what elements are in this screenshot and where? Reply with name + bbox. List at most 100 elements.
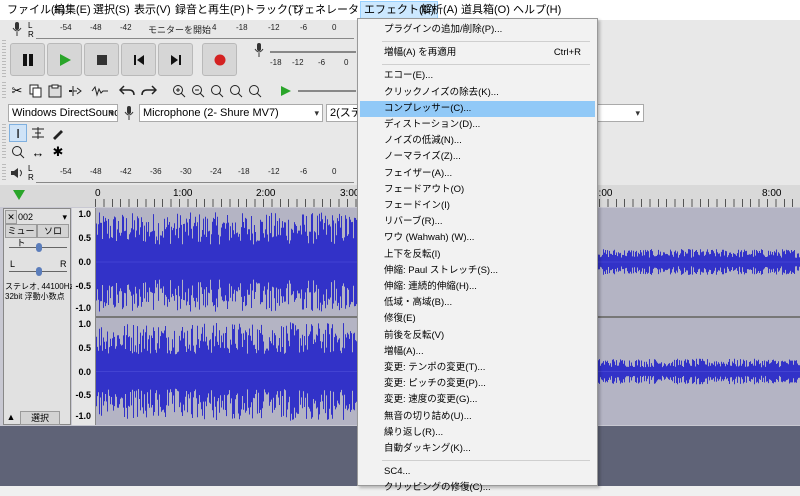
effect-menu-item[interactable]: ノーマライズ(Z)... bbox=[360, 149, 595, 165]
effect-menu-item[interactable]: フェイザー(A)... bbox=[360, 166, 595, 182]
play-tick: -24 bbox=[210, 167, 222, 176]
play-head-icon[interactable] bbox=[12, 189, 26, 201]
skip-end-button[interactable] bbox=[158, 43, 193, 76]
menu-3[interactable]: 表示(V) bbox=[131, 2, 174, 18]
speaker-icon[interactable] bbox=[9, 164, 25, 182]
effect-menu-item-label: 増幅(A) を再適用 bbox=[384, 47, 457, 59]
effect-menu-item[interactable]: プラグインの追加/削除(P)... bbox=[360, 22, 595, 38]
effect-menu-item[interactable]: 増幅(A)... bbox=[360, 344, 595, 360]
device-select[interactable]: Microphone (2- Shure MV7) ▾ bbox=[139, 104, 323, 122]
menu-4[interactable]: 録音と再生(P) bbox=[172, 2, 248, 18]
mute-button[interactable]: ミュート bbox=[5, 224, 37, 248]
menu-1[interactable]: 編集(E) bbox=[51, 2, 94, 18]
copy-icon[interactable] bbox=[28, 82, 44, 100]
effect-menu-item-label: 変更: 速度の変更(G)... bbox=[384, 394, 478, 406]
record-level-slider[interactable] bbox=[270, 47, 356, 57]
track-control-panel[interactable]: ✕ 002 ▾ ミュート ソロ L R ステレオ, 44100Hz 32bit … bbox=[3, 208, 73, 425]
menu-10[interactable]: ヘルプ(H) bbox=[510, 2, 564, 18]
effect-menu-item[interactable]: 自動ダッキング(K)... bbox=[360, 441, 595, 457]
effect-menu-item[interactable]: 増幅(A) を再適用 Ctrl+R bbox=[360, 45, 595, 61]
track-name-menu[interactable]: 002 ▾ bbox=[18, 210, 69, 224]
paste-icon[interactable] bbox=[47, 82, 63, 100]
zoom-in-icon[interactable] bbox=[170, 82, 187, 100]
effect-menu-item[interactable]: 変更: テンポの変更(T)... bbox=[360, 360, 595, 376]
undo-icon[interactable] bbox=[118, 82, 136, 100]
multi-tool-icon[interactable]: ✱ bbox=[49, 143, 67, 161]
envelope-tool-icon[interactable] bbox=[29, 124, 47, 142]
toolbar-grip[interactable] bbox=[2, 82, 6, 100]
play-meter-lr: L R bbox=[28, 164, 34, 182]
microphone-icon[interactable] bbox=[10, 21, 24, 37]
effect-menu-item[interactable]: フェードイン(I) bbox=[360, 198, 595, 214]
gain-slider[interactable] bbox=[9, 243, 67, 253]
play-speed-slider[interactable] bbox=[298, 86, 356, 96]
menu-9[interactable]: 道具箱(O) bbox=[458, 2, 513, 18]
pan-slider[interactable] bbox=[9, 267, 67, 277]
effect-menu-item[interactable]: 繰り返し(R)... bbox=[360, 425, 595, 441]
play-tick: -42 bbox=[120, 167, 132, 176]
record-button[interactable] bbox=[202, 43, 237, 76]
effect-menu-item[interactable]: クリックノイズの除去(K)... bbox=[360, 85, 595, 101]
record-level-scale: -18 -12 -6 0 bbox=[270, 58, 358, 68]
effect-menu-item[interactable]: 低域・高域(B)... bbox=[360, 295, 595, 311]
skip-start-button[interactable] bbox=[121, 43, 156, 76]
pan-slider-thumb[interactable] bbox=[36, 267, 42, 276]
effect-menu-item[interactable]: ワウ (Wahwah) (W)... bbox=[360, 230, 595, 246]
record-meter[interactable]: -54 -48 -42 モニターを開始 4 -18 -12 -6 0 bbox=[36, 22, 354, 39]
effect-menu-item[interactable]: ディストーション(D)... bbox=[360, 117, 595, 133]
effect-menu-item[interactable]: エコー(E)... bbox=[360, 68, 595, 84]
menu-2[interactable]: 選択(S) bbox=[90, 2, 133, 18]
effect-menu-item[interactable]: 修復(E) bbox=[360, 311, 595, 327]
selection-tool-icon[interactable]: I bbox=[9, 124, 27, 142]
cut-icon[interactable]: ✂ bbox=[9, 82, 25, 100]
effect-menu-item[interactable]: コンプレッサー(C)... bbox=[360, 100, 595, 117]
effect-menu-item[interactable]: フェードアウト(O) bbox=[360, 182, 595, 198]
microphone-icon[interactable] bbox=[252, 42, 266, 58]
stop-button[interactable] bbox=[84, 43, 119, 76]
toolbar-grip[interactable] bbox=[2, 40, 6, 78]
solo-button[interactable]: ソロ bbox=[37, 224, 69, 238]
close-track-button[interactable]: ✕ bbox=[5, 210, 17, 224]
device-select-value: Microphone (2- Shure MV7) bbox=[143, 107, 279, 119]
play-at-speed-icon[interactable] bbox=[278, 82, 294, 100]
toolbar-grip[interactable] bbox=[2, 124, 6, 160]
effect-menu-item[interactable]: 変更: 速度の変更(G)... bbox=[360, 392, 595, 408]
effect-menu-item[interactable]: 上下を反転(I) bbox=[360, 247, 595, 263]
skip-end-icon bbox=[170, 54, 181, 65]
zoom-out-icon[interactable] bbox=[189, 82, 206, 100]
pause-button[interactable] bbox=[10, 43, 45, 76]
effect-menu-item[interactable]: 伸縮: 連続的伸縮(H)... bbox=[360, 279, 595, 295]
effect-menu-item[interactable]: クリッピングの修復(C)... bbox=[360, 480, 595, 496]
effect-menu-item[interactable]: 伸縮: Paul ストレッチ(S)... bbox=[360, 263, 595, 279]
zoom-tool-icon[interactable] bbox=[9, 143, 27, 161]
silence-icon[interactable] bbox=[90, 82, 110, 100]
gain-slider-thumb[interactable] bbox=[36, 243, 42, 252]
draw-tool-icon[interactable] bbox=[49, 124, 67, 142]
fit-project-icon[interactable] bbox=[227, 82, 244, 100]
menu-8[interactable]: 解析(A) bbox=[418, 2, 461, 18]
toolbar-grip[interactable] bbox=[2, 164, 6, 182]
effect-menu-item-label: ノイズの低減(N)... bbox=[384, 135, 462, 147]
effect-menu-item[interactable]: 変更: ピッチの変更(P)... bbox=[360, 376, 595, 392]
effect-menu-item-label: 修復(E) bbox=[384, 313, 416, 325]
effect-menu-item[interactable]: 前後を反転(V) bbox=[360, 328, 595, 344]
collapse-track-icon[interactable]: ▲ bbox=[5, 412, 17, 424]
track-info-depth: 32bit 浮動小数点 bbox=[5, 292, 65, 301]
effect-menu-item-label: 変更: ピッチの変更(P)... bbox=[384, 378, 486, 390]
effect-menu-item[interactable]: 無音の切り詰め(U)... bbox=[360, 409, 595, 425]
select-track-button[interactable]: 選択 bbox=[20, 411, 60, 425]
chevron-down-icon: ▾ bbox=[635, 108, 640, 118]
trim-icon[interactable] bbox=[67, 82, 87, 100]
effect-menu-item[interactable]: ノイズの低減(N)... bbox=[360, 133, 595, 149]
redo-icon[interactable] bbox=[140, 82, 158, 100]
fit-selection-icon[interactable] bbox=[208, 82, 225, 100]
play-meter[interactable]: -54 -48 -42 -36 -30 -24 -18 -12 -6 0 bbox=[36, 166, 354, 183]
timeshift-tool-icon[interactable]: ↔ bbox=[29, 143, 47, 161]
effect-menu-item[interactable]: SC4... bbox=[360, 464, 595, 480]
zoom-toggle-icon[interactable] bbox=[246, 82, 263, 100]
monitor-label[interactable]: モニターを開始 bbox=[148, 23, 211, 36]
effect-menu-item[interactable]: リバーブ(R)... bbox=[360, 214, 595, 230]
play-button[interactable] bbox=[47, 43, 82, 76]
host-select[interactable]: Windows DirectSound ▾ bbox=[8, 104, 118, 122]
effect-menu-item-label: ディストーション(D)... bbox=[384, 119, 481, 130]
